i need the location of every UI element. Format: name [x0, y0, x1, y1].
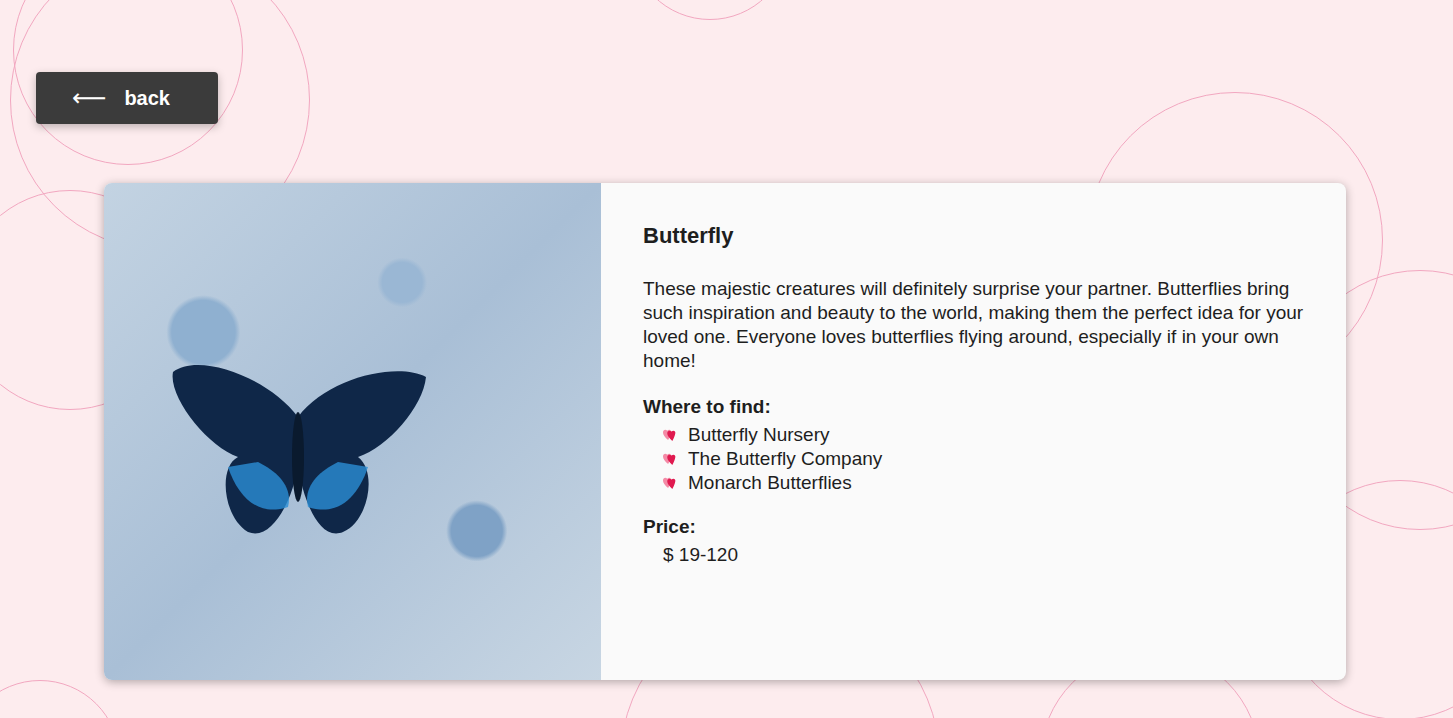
product-title: Butterfly: [643, 223, 1304, 249]
store-item[interactable]: The Butterfly Company: [663, 447, 1304, 471]
store-item[interactable]: Butterfly Nursery: [663, 423, 1304, 447]
product-description: These majestic creatures will definitely…: [643, 277, 1304, 373]
hearts-icon: [663, 476, 680, 490]
hearts-icon: [663, 452, 680, 466]
product-photo: [104, 183, 601, 680]
store-item[interactable]: Monarch Butterflies: [663, 471, 1304, 495]
price-label: Price:: [643, 515, 1304, 539]
decor-circle: [0, 680, 120, 718]
product-info: Butterfly These majestic creatures will d…: [601, 183, 1346, 680]
store-list: Butterfly NurseryThe Butterfly CompanyMo…: [643, 423, 1304, 495]
hearts-icon: [663, 428, 680, 442]
back-arrow-icon: ⟵: [72, 86, 106, 110]
product-card: Butterfly These majestic creatures will d…: [104, 183, 1346, 680]
back-label: back: [124, 87, 170, 110]
butterfly-icon: [168, 357, 428, 547]
where-to-find-label: Where to find:: [643, 395, 1304, 419]
page: ⟵ back Butterfly These majestic creatures w…: [0, 0, 1453, 718]
price-value: $ 19-120: [643, 543, 1304, 567]
decor-circle: [630, 0, 790, 20]
back-button[interactable]: ⟵ back: [36, 72, 218, 124]
